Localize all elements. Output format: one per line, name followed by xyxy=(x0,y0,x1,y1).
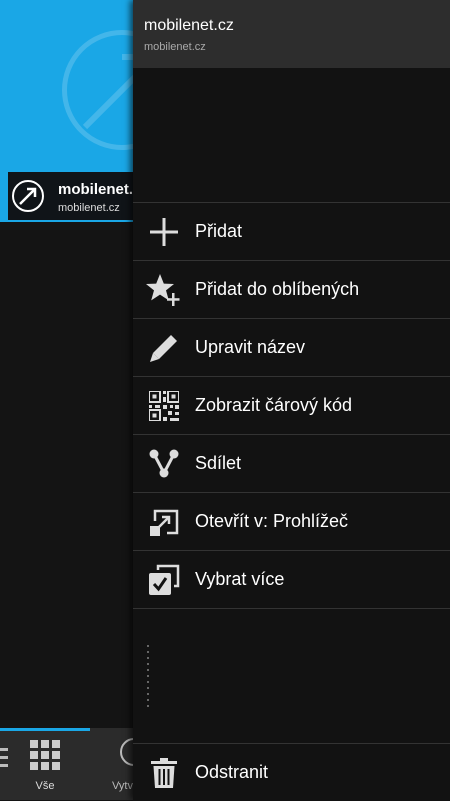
star-add-icon xyxy=(133,261,195,318)
menu-item-show-barcode[interactable]: Zobrazit čárový kód xyxy=(133,376,450,434)
menu-item-label: Odstranit xyxy=(195,762,269,782)
scroll-handle[interactable] xyxy=(147,645,151,709)
qr-code-icon xyxy=(133,377,195,434)
menu-item-label: Sdílet xyxy=(195,453,242,473)
grid-icon xyxy=(30,740,60,770)
menu-header-subtitle: mobilenet.cz xyxy=(144,41,206,53)
tab-all-label: Vše xyxy=(35,780,55,792)
menu-item-label: Zobrazit čárový kód xyxy=(195,395,353,415)
menu-item-label: Přidat do oblíbených xyxy=(195,279,360,299)
select-multiple-icon xyxy=(133,551,195,608)
menu-item-label: Vybrat více xyxy=(195,569,285,589)
tile-title: mobilenet.c xyxy=(58,181,142,198)
tile-subtitle: mobilenet.cz xyxy=(58,202,120,214)
context-menu-panel: mobilenet.cz mobilenet.cz Přidat Přidat … xyxy=(133,0,450,801)
menu-item-delete[interactable]: Odstranit xyxy=(133,743,450,801)
tab-all[interactable]: Vše xyxy=(0,728,90,800)
tile-caption: mobilenet.c mobilenet.cz xyxy=(8,172,150,220)
menu-item-rename[interactable]: Upravit název xyxy=(133,318,450,376)
menu-lines-icon xyxy=(0,748,8,767)
menu-header: mobilenet.cz mobilenet.cz xyxy=(133,0,450,68)
menu-item-share[interactable]: Sdílet xyxy=(133,434,450,492)
menu-item-add-favorite[interactable]: Přidat do oblíbených xyxy=(133,260,450,318)
pencil-icon xyxy=(133,319,195,376)
compass-logo-icon xyxy=(12,180,44,212)
menu-header-title: mobilenet.cz xyxy=(144,17,234,34)
menu-item-add[interactable]: Přidat xyxy=(133,202,450,260)
open-in-icon xyxy=(133,493,195,550)
share-icon xyxy=(133,435,195,492)
menu-item-label: Přidat xyxy=(195,221,243,241)
menu-item-select-more[interactable]: Vybrat více xyxy=(133,550,450,609)
menu-item-label: Upravit název xyxy=(195,337,306,357)
menu-item-open-in[interactable]: Otevřít v: Prohlížeč xyxy=(133,492,450,550)
trash-icon xyxy=(133,744,195,801)
menu-item-label: Otevřít v: Prohlížeč xyxy=(195,511,349,531)
tab-create-label: Vytv xyxy=(112,780,133,792)
menu-list: Přidat Přidat do oblíbených Upravit náze… xyxy=(133,202,450,609)
plus-icon xyxy=(133,203,195,260)
bookmark-tile[interactable]: mobilenet.c mobilenet.cz xyxy=(0,0,150,222)
